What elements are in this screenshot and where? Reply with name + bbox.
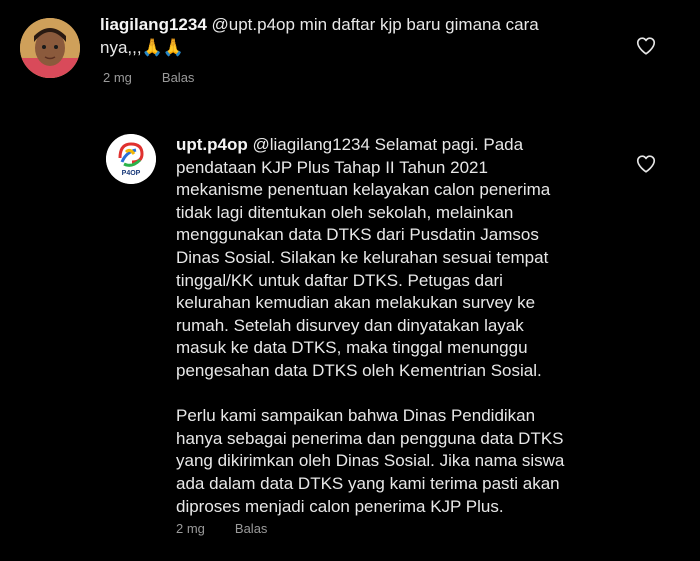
comment-username[interactable]: upt.p4op (176, 135, 248, 154)
logo-text: P4OP (122, 170, 141, 177)
comment-timestamp: 2 mg (176, 521, 205, 536)
heart-outline-icon[interactable] (635, 35, 657, 57)
comment-username[interactable]: liagilang1234 (100, 15, 207, 34)
p4op-logo-avatar: P4OP (106, 134, 156, 184)
comment-body: upt.p4op @liagilang1234 Selamat pagi. Pa… (176, 134, 626, 518)
comment-meta: 2 mg Balas (103, 70, 224, 85)
reply-button[interactable]: Balas (235, 521, 268, 536)
user-avatar-image (20, 18, 80, 78)
comment-text: @liagilang1234 Selamat pagi. Pada pendat… (176, 135, 565, 516)
comment-body: liagilang1234 @upt.p4op min daftar kjp b… (100, 14, 610, 59)
reply-button[interactable]: Balas (162, 70, 195, 85)
heart-outline-icon[interactable] (635, 153, 657, 175)
comment-meta: 2 mg Balas (176, 521, 297, 536)
avatar[interactable]: P4OP (106, 134, 156, 184)
comment-timestamp: 2 mg (103, 70, 132, 85)
avatar[interactable] (20, 18, 80, 78)
